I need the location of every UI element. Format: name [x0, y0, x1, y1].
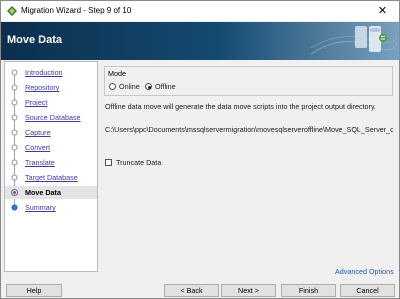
finish-button[interactable]: Finish: [281, 284, 336, 297]
page-title: Move Data: [7, 34, 63, 46]
advanced-options-link[interactable]: Advanced Options: [335, 267, 394, 276]
step-summary[interactable]: Summary: [5, 201, 97, 214]
step-done-icon: [11, 114, 18, 121]
step-done-icon: [11, 129, 18, 136]
step-introduction[interactable]: Introduction: [5, 66, 97, 79]
mode-group: Mode Online Offline: [104, 66, 393, 96]
checkbox-unchecked-icon[interactable]: [105, 159, 112, 166]
step-label[interactable]: Convert: [25, 143, 50, 152]
step-label[interactable]: Project: [25, 98, 47, 107]
output-directory-path: C:\Users\ppc\Documents\mssqlservermigrat…: [105, 125, 393, 134]
step-repository[interactable]: Repository: [5, 81, 97, 94]
window-title: Migration Wizard - Step 9 of 10: [21, 6, 132, 15]
step-label[interactable]: Source Database: [25, 113, 81, 122]
cancel-button[interactable]: Cancel: [340, 284, 395, 297]
database-graphic-icon: [311, 26, 397, 55]
step-label[interactable]: Target Database: [25, 173, 78, 182]
step-pending-icon: [11, 204, 18, 211]
step-current-icon: [11, 189, 18, 196]
step-label[interactable]: Translate: [25, 158, 55, 167]
help-button[interactable]: Help: [6, 284, 62, 297]
step-done-icon: [11, 174, 18, 181]
mode-legend: Mode: [108, 69, 126, 78]
online-radio-label[interactable]: Online: [119, 82, 140, 91]
offline-info-text: Offline data move will generate the data…: [105, 102, 377, 111]
title-bar: Migration Wizard - Step 9 of 10 ✕: [1, 1, 399, 21]
step-capture[interactable]: Capture: [5, 126, 97, 139]
step-done-icon: [11, 144, 18, 151]
step-done-icon: [11, 159, 18, 166]
step-target-database[interactable]: Target Database: [5, 171, 97, 184]
step-label[interactable]: Capture: [25, 128, 51, 137]
step-label[interactable]: Summary: [25, 203, 56, 212]
radio-checked-icon[interactable]: [145, 83, 152, 90]
truncate-data-label[interactable]: Truncate Data: [116, 158, 161, 167]
wizard-steps-panel: Introduction Repository Project Source D…: [4, 61, 98, 272]
step-move-data[interactable]: Move Data: [5, 186, 97, 199]
offline-radio-label[interactable]: Offline: [155, 82, 176, 91]
wizard-footer: Help < Back Next > Finish Cancel: [1, 280, 399, 298]
move-data-content: Mode Online Offline Offline data move wi…: [100, 61, 397, 276]
wizard-header: Move Data: [1, 22, 399, 60]
next-button[interactable]: Next >: [221, 284, 276, 297]
step-source-database[interactable]: Source Database: [5, 111, 97, 124]
step-done-icon: [11, 99, 18, 106]
step-label[interactable]: Repository: [25, 83, 59, 92]
migration-wizard-window: Migration Wizard - Step 9 of 10 ✕ Move D…: [0, 0, 400, 299]
radio-unchecked-icon[interactable]: [109, 83, 116, 90]
step-done-icon: [11, 69, 18, 76]
step-project[interactable]: Project: [5, 96, 97, 109]
step-done-icon: [11, 84, 18, 91]
step-translate[interactable]: Translate: [5, 156, 97, 169]
app-icon: [7, 6, 17, 16]
step-label: Move Data: [25, 188, 61, 197]
close-button[interactable]: ✕: [366, 1, 399, 21]
step-label[interactable]: Introduction: [25, 68, 63, 77]
back-button[interactable]: < Back: [164, 284, 219, 297]
step-convert[interactable]: Convert: [5, 141, 97, 154]
